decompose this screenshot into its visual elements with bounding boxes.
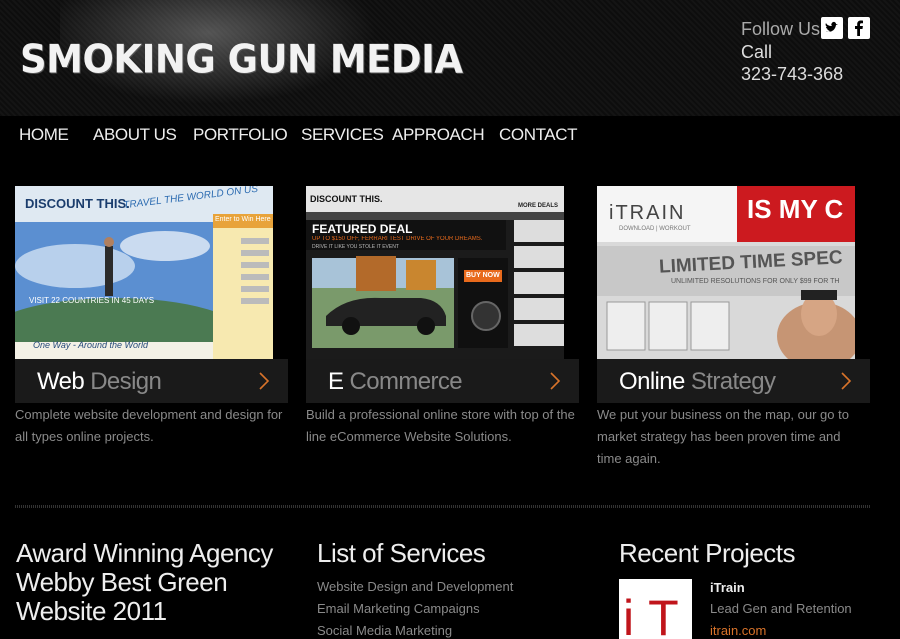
main-nav: HOME ABOUT US PORTFOLIO SERVICES APPROAC… (0, 116, 900, 156)
card-title: Web Design (37, 368, 162, 396)
thumb-web-brand: DISCOUNT THIS. (25, 196, 130, 211)
thumb-ecom-sub: DRIVE IT LIKE YOU STOLE IT EVENT (312, 244, 399, 250)
thumb-ecom-buy: BUY NOW (466, 272, 500, 279)
thumb-web-footer: One Way - Around the World (33, 340, 149, 350)
site-header: SMOKING GUN MEDIA Follow Us: Call 323-74… (0, 0, 900, 116)
site-logo[interactable]: SMOKING GUN MEDIA (20, 37, 463, 82)
card-description: We put your business on the map, our go … (597, 407, 849, 466)
card-title-main: Web (37, 368, 85, 395)
nav-approach[interactable]: APPROACH (392, 125, 485, 145)
project-thumbnail[interactable]: iT (619, 579, 692, 639)
thumb-ecom-headline: FEATURED DEAL (312, 222, 413, 236)
service-link[interactable]: Website Design and Development (317, 579, 513, 594)
card-title: Online Strategy (619, 368, 776, 396)
card-title-main: Online (619, 368, 685, 395)
facebook-icon[interactable] (848, 17, 870, 39)
project-description: Lead Gen and Retention (710, 601, 852, 616)
card-description: Build a professional online store with t… (306, 407, 575, 444)
card-title-sub: Commerce (343, 368, 463, 395)
thumb-strategy-promo-sub: UNLIMITED RESOLUTIONS FOR ONLY $99 FOR T… (671, 278, 840, 285)
recent-projects-heading: Recent Projects (619, 538, 796, 568)
project-link[interactable]: itrain.com (710, 623, 766, 638)
award-heading: Award Winning Agency Webby Best Green We… (16, 538, 273, 626)
card-description: Complete website development and design … (15, 407, 283, 444)
service-link[interactable]: Social Media Marketing (317, 623, 452, 638)
thumb-web-form-title: Enter to Win Here (215, 216, 271, 223)
card-title-sub: Design (84, 368, 162, 395)
nav-home[interactable]: HOME (19, 125, 69, 145)
card-title-bar[interactable]: Online Strategy (597, 359, 870, 403)
section-divider (15, 505, 870, 508)
thumb-ecom-deal: UP TO $150 OFF, FERRARI TEST DRIVE OF YO… (312, 236, 483, 242)
project-thumb-logo: iT (623, 590, 692, 639)
chevron-right-icon[interactable] (549, 371, 561, 396)
card-title-sub: Strategy (684, 368, 776, 395)
nav-portfolio[interactable]: PORTFOLIO (193, 125, 288, 145)
card-title: E Commerce (328, 368, 463, 396)
web-design-thumbnail[interactable]: DISCOUNT THIS. TRAVEL THE WORLD ON US En… (15, 186, 273, 359)
thumb-ecom-brand: DISCOUNT THIS. (310, 194, 383, 204)
phone-number[interactable]: 323-743-368 (741, 63, 843, 85)
thumb-strategy-brand-sub: DOWNLOAD | WORKOUT (619, 226, 691, 232)
thumb-web-banner: VISIT 22 COUNTRIES IN 45 DAYS (29, 296, 155, 305)
contact-call: Call 323-743-368 (741, 41, 843, 85)
chevron-right-icon[interactable] (258, 371, 270, 396)
thumb-strategy-brand: iTRAIN (609, 202, 686, 224)
card-title-bar[interactable]: E Commerce (306, 359, 579, 403)
follow-us-label: Follow Us: (741, 19, 826, 39)
twitter-icon[interactable] (821, 17, 843, 39)
thumb-ecom-more: MORE DEALS (518, 203, 559, 209)
chevron-right-icon[interactable] (840, 371, 852, 396)
card-title-bar[interactable]: Web Design (15, 359, 288, 403)
nav-services[interactable]: SERVICES (301, 125, 384, 145)
e-commerce-thumbnail[interactable]: DISCOUNT THIS. FEATURED DEAL UP TO $150 … (306, 186, 564, 359)
service-link[interactable]: Email Marketing Campaigns (317, 601, 480, 616)
card-title-main: E (328, 368, 344, 395)
services-heading: List of Services (317, 538, 486, 568)
project-name[interactable]: iTrain (710, 580, 745, 595)
call-label: Call (741, 42, 773, 62)
online-strategy-thumbnail[interactable]: iTRAIN DOWNLOAD | WORKOUT IS MY C LIMITE… (597, 186, 855, 359)
nav-about-us[interactable]: ABOUT US (93, 125, 177, 145)
thumb-strategy-red: IS MY C (747, 194, 844, 224)
nav-contact[interactable]: CONTACT (499, 125, 578, 145)
